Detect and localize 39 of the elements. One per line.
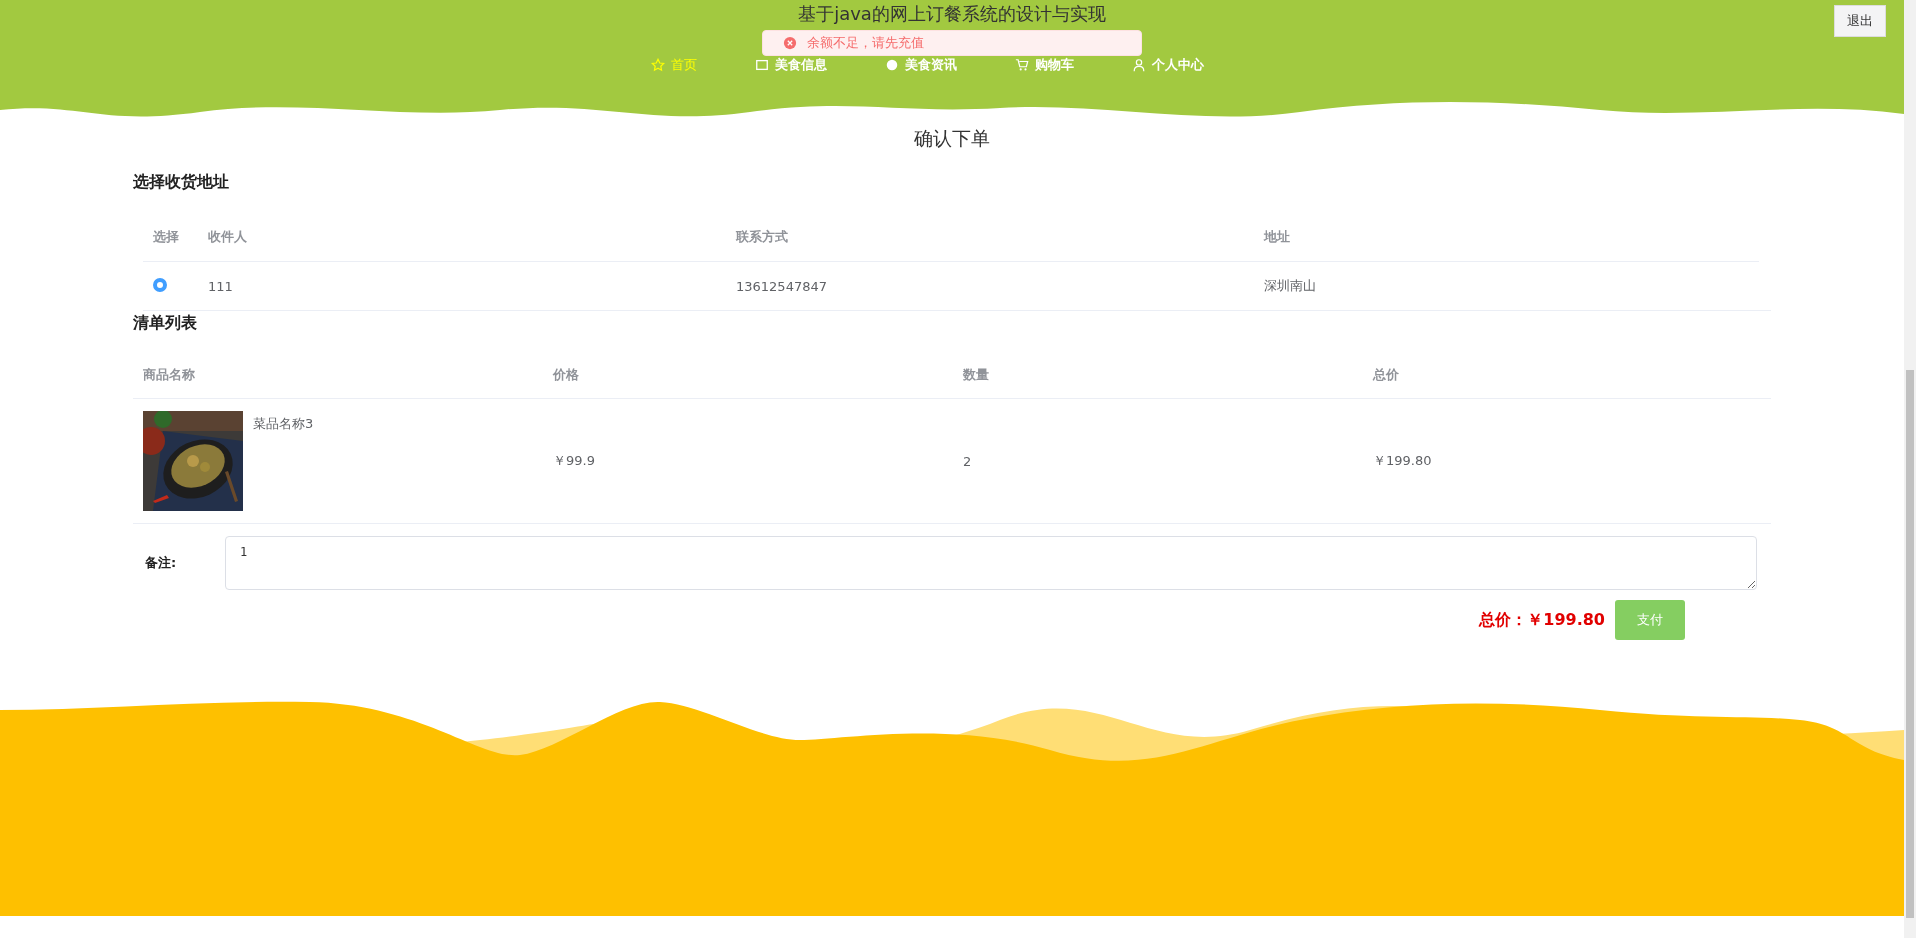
remark-label: 备注: — [145, 554, 178, 572]
column-header: 商品名称 — [142, 366, 196, 384]
toast-message: 余额不足，请先充值 — [807, 34, 924, 52]
table-cell-text: 13612547847 — [735, 278, 828, 294]
error-icon — [783, 36, 797, 50]
column-header: 价格 — [551, 366, 580, 384]
column-header: 地址 — [1262, 228, 1291, 246]
remark-field[interactable]: 1 — [225, 536, 1757, 590]
box-icon — [754, 58, 769, 72]
cart-icon — [1014, 58, 1029, 72]
table-cell-text: 111 — [207, 278, 234, 294]
table-cell-text: ￥99.9 — [552, 452, 596, 470]
nav-item[interactable]: 美食信息 — [754, 56, 827, 74]
logout-button[interactable]: 退出 — [1834, 5, 1886, 37]
star-icon — [650, 58, 665, 72]
radio-button[interactable] — [153, 277, 167, 292]
total-amount: ￥199.80 — [1527, 609, 1605, 631]
pay-button[interactable]: 支付 — [1615, 600, 1685, 640]
page-title: 确认下单 — [913, 126, 991, 151]
table-cell-text: 2 — [962, 453, 973, 469]
product-name: 菜品名称3 — [253, 415, 314, 433]
column-header: 选择 — [152, 228, 180, 246]
nav-item[interactable]: 美食资讯 — [884, 56, 957, 74]
user-icon — [1131, 58, 1146, 72]
column-header: 联系方式 — [735, 228, 789, 246]
column-header: 总价 — [1371, 366, 1400, 384]
site-title: 基于java的网上订餐系统的设计与实现 — [798, 2, 1106, 26]
circle-icon — [884, 58, 899, 72]
total-label: 总价： — [1479, 609, 1528, 631]
section-heading: 选择收货地址 — [133, 172, 230, 193]
section-heading: 清单列表 — [133, 313, 198, 334]
nav-item[interactable]: 购物车 — [1014, 56, 1074, 74]
column-header: 数量 — [962, 366, 990, 384]
table-cell-text: 深圳南山 — [1263, 277, 1317, 295]
nav-item[interactable]: 首页 — [650, 56, 697, 74]
column-header: 收件人 — [207, 228, 248, 246]
scrollbar[interactable] — [1904, 0, 1916, 938]
nav-item[interactable]: 个人中心 — [1131, 56, 1204, 74]
table-cell-text: ￥199.80 — [1372, 452, 1433, 470]
